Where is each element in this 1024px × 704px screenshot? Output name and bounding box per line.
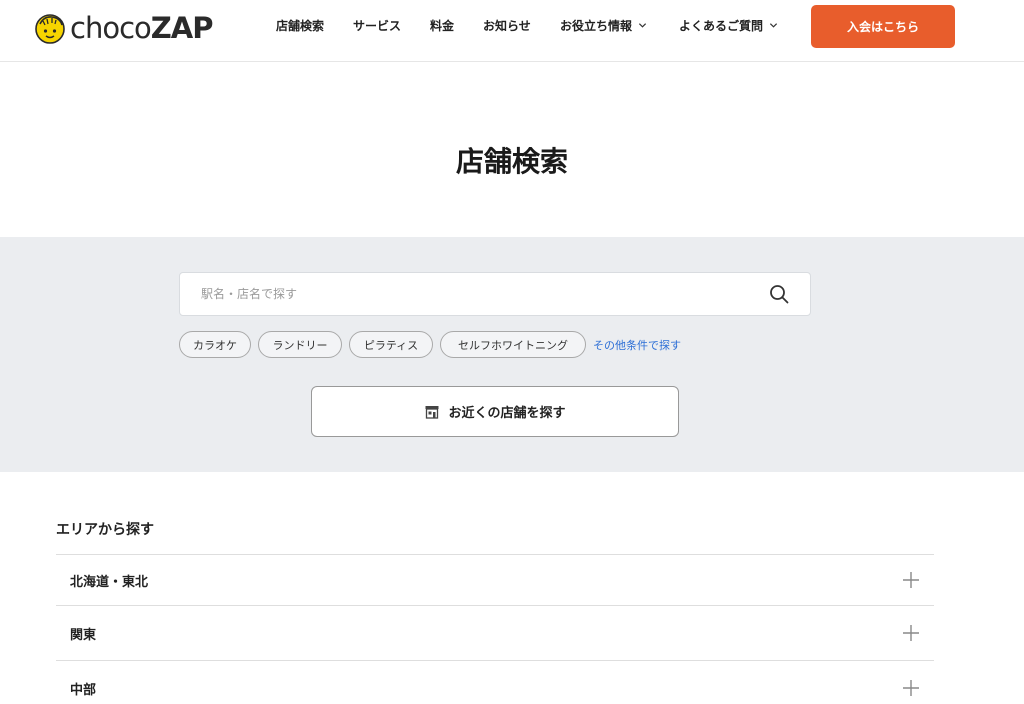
chevron-down-icon — [638, 23, 647, 28]
nav-services[interactable]: サービス — [353, 17, 401, 34]
area-row-hokkaido-tohoku[interactable]: 北海道・東北 — [56, 554, 934, 605]
chip-karaoke[interactable]: カラオケ — [179, 331, 251, 358]
area-row-chubu[interactable]: 中部 — [56, 660, 934, 704]
nav-label: 料金 — [430, 19, 455, 33]
logo-text: chocoZAP — [70, 10, 213, 46]
nav-label: サービス — [353, 19, 402, 33]
join-button[interactable]: 入会はこちら — [811, 5, 955, 48]
area-label: 中部 — [70, 682, 97, 698]
logo-text-bold: ZAP — [150, 11, 214, 45]
area-row-kanto[interactable]: 関東 — [56, 605, 934, 660]
plus-icon — [903, 680, 919, 696]
chip-pilates[interactable]: ピラティス — [349, 331, 433, 358]
site-header: chocoZAP 店舗検索 サービス 料金 お知らせ お役立ち情報 よくあるご質… — [0, 0, 1024, 62]
nav-label: お知らせ — [483, 19, 531, 33]
nav-faq[interactable]: よくあるご質問 — [679, 17, 778, 34]
chocozap-mascot-icon — [35, 14, 65, 44]
nav-store-search[interactable]: 店舗検索 — [276, 17, 324, 34]
nav-label: 店舗検索 — [276, 19, 325, 33]
nav-label: お役立ち情報 — [560, 19, 633, 33]
nav-news[interactable]: お知らせ — [483, 17, 531, 34]
nav-label: よくあるご質問 — [679, 19, 764, 33]
nearby-stores-label: お近くの店舗を探す — [448, 406, 566, 421]
chevron-down-icon — [769, 23, 778, 28]
search-icon[interactable] — [768, 283, 790, 305]
logo-text-light: choco — [70, 11, 152, 45]
nav-pricing[interactable]: 料金 — [430, 17, 454, 34]
search-box — [179, 272, 811, 316]
area-label: 北海道・東北 — [70, 574, 149, 590]
search-input[interactable] — [180, 273, 760, 315]
nearby-stores-button[interactable]: お近くの店舗を探す — [311, 386, 679, 437]
search-panel: カラオケ ランドリー ピラティス セルフホワイトニング その他条件で探す お近く… — [0, 237, 1024, 472]
plus-icon — [903, 625, 919, 641]
area-label: 関東 — [70, 627, 97, 643]
area-heading: エリアから探す — [56, 522, 154, 538]
plus-icon — [903, 572, 919, 588]
area-list: 北海道・東北 関東 中部 — [56, 554, 934, 704]
store-icon — [425, 405, 439, 419]
chip-self-whitening[interactable]: セルフホワイトニング — [440, 331, 586, 358]
other-conditions-link[interactable]: その他条件で探す — [593, 337, 681, 353]
page-title: 店舗検索 — [455, 145, 568, 178]
logo[interactable]: chocoZAP — [34, 10, 213, 46]
nav-useful-info[interactable]: お役立ち情報 — [560, 17, 647, 34]
chip-laundry[interactable]: ランドリー — [258, 331, 342, 358]
